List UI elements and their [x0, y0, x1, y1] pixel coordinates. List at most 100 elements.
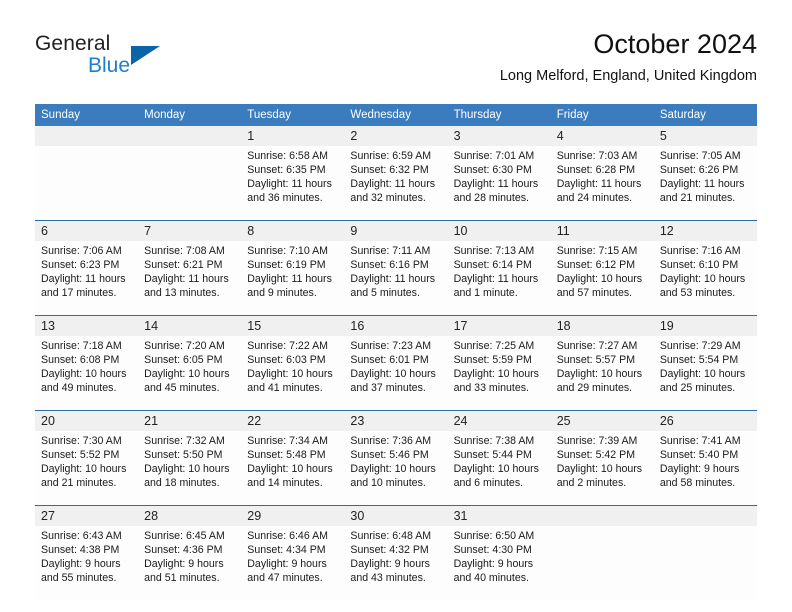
day-number[interactable]: 8	[241, 220, 345, 241]
day-number-empty	[550, 505, 654, 526]
day-cell[interactable]: Sunrise: 7:03 AM Sunset: 6:28 PM Daylight:…	[550, 146, 654, 221]
day-number[interactable]: 15	[241, 315, 345, 336]
day-number[interactable]: 27	[35, 505, 139, 526]
day-info-line: Sunrise: 7:30 AM	[41, 435, 122, 447]
day-info-line: Sunset: 6:08 PM	[41, 354, 120, 367]
day-number[interactable]: 6	[35, 220, 139, 241]
day-cell[interactable]: Sunrise: 7:27 AM Sunset: 5:57 PM Daylight:…	[550, 336, 654, 411]
day-number[interactable]: 24	[447, 410, 551, 431]
day-cell[interactable]: Sunrise: 7:01 AM Sunset: 6:30 PM Daylight:…	[447, 146, 551, 221]
day-number[interactable]: 29	[241, 505, 345, 526]
day-cell[interactable]: Sunrise: 7:29 AM Sunset: 5:54 PM Daylight:…	[653, 336, 757, 411]
day-cell[interactable]: Sunrise: 7:25 AM Sunset: 5:59 PM Daylight:…	[447, 336, 551, 411]
day-number[interactable]: 20	[35, 410, 139, 431]
day-cell[interactable]: Sunrise: 7:05 AM Sunset: 6:26 PM Daylight:…	[653, 146, 757, 221]
day-number[interactable]: 19	[653, 315, 757, 336]
day-info-line: Sunset: 6:19 PM	[247, 259, 326, 272]
day-number[interactable]: 9	[344, 220, 448, 241]
day-info-line: Sunrise: 7:01 AM	[453, 150, 535, 162]
day-cell[interactable]: Sunrise: 7:06 AM Sunset: 6:23 PM Daylight:…	[35, 241, 139, 316]
day-number[interactable]: 30	[344, 505, 448, 526]
day-number[interactable]: 13	[35, 315, 139, 336]
day-cell[interactable]: Sunrise: 6:43 AM Sunset: 4:38 PM Daylight:…	[35, 526, 139, 600]
day-cell[interactable]: Sunrise: 7:08 AM Sunset: 6:21 PM Daylight:…	[138, 241, 242, 316]
day-cell[interactable]: Sunrise: 6:45 AM Sunset: 4:36 PM Daylight:…	[138, 526, 242, 600]
day-info-line: Sunset: 5:42 PM	[556, 449, 636, 462]
day-number[interactable]: 7	[138, 220, 242, 241]
day-cell[interactable]: Sunrise: 7:34 AM Sunset: 5:48 PM Daylight:…	[241, 431, 345, 506]
day-number[interactable]: 5	[653, 126, 757, 146]
week-daynumber-row: 13 14 15 16 17 18 19	[35, 315, 757, 336]
day-number[interactable]: 26	[653, 410, 757, 431]
day-cell[interactable]: Sunrise: 7:13 AM Sunset: 6:14 PM Daylight:…	[447, 241, 551, 316]
day-cell[interactable]: Sunrise: 7:41 AM Sunset: 5:40 PM Daylight:…	[653, 431, 757, 506]
day-info-line: and 9 minutes.	[247, 287, 317, 300]
day-info-line: Sunrise: 7:08 AM	[144, 245, 225, 257]
day-info-line: Daylight: 10 hours	[350, 368, 436, 381]
day-info-line: Daylight: 9 hours	[144, 558, 224, 571]
day-info-line: Daylight: 10 hours	[247, 368, 333, 381]
day-cell[interactable]: Sunrise: 7:20 AM Sunset: 6:05 PM Daylight:…	[138, 336, 242, 411]
day-info-line: Sunset: 6:10 PM	[659, 259, 739, 272]
day-info-line: and 13 minutes.	[144, 287, 220, 300]
day-number[interactable]: 22	[241, 410, 345, 431]
day-number[interactable]: 16	[344, 315, 448, 336]
day-number[interactable]: 17	[447, 315, 551, 336]
day-info-line: Sunrise: 7:03 AM	[556, 150, 638, 162]
day-number[interactable]: 14	[138, 315, 242, 336]
day-cell[interactable]: Sunrise: 7:39 AM Sunset: 5:42 PM Daylight:…	[550, 431, 654, 506]
day-number[interactable]: 2	[344, 126, 448, 146]
day-cell[interactable]: Sunrise: 7:38 AM Sunset: 5:44 PM Daylight:…	[447, 431, 551, 506]
day-info-line: Sunset: 5:57 PM	[556, 354, 636, 367]
day-cell[interactable]: Sunrise: 7:22 AM Sunset: 6:03 PM Daylight:…	[241, 336, 345, 411]
day-info-line: Sunset: 6:23 PM	[41, 259, 120, 272]
day-info-line: and 21 minutes.	[41, 477, 117, 490]
day-number[interactable]: 31	[447, 505, 551, 526]
day-number-empty	[35, 126, 139, 146]
day-cell[interactable]: Sunrise: 7:15 AM Sunset: 6:12 PM Daylight:…	[550, 241, 654, 316]
day-cell[interactable]: Sunrise: 6:59 AM Sunset: 6:32 PM Daylight:…	[344, 146, 448, 221]
day-number[interactable]: 25	[550, 410, 654, 431]
day-info-line: Sunrise: 7:22 AM	[247, 340, 328, 352]
week-detail-row: Sunrise: 7:30 AM Sunset: 5:52 PM Daylight:…	[35, 431, 757, 506]
day-cell[interactable]: Sunrise: 7:11 AM Sunset: 6:16 PM Daylight:…	[344, 241, 448, 316]
day-cell[interactable]: Sunrise: 7:32 AM Sunset: 5:50 PM Daylight:…	[138, 431, 242, 506]
day-cell[interactable]: Sunrise: 6:46 AM Sunset: 4:34 PM Daylight:…	[241, 526, 345, 600]
day-info-line: Sunrise: 7:18 AM	[41, 340, 122, 352]
weekday-header-tuesday: Tuesday	[241, 104, 345, 126]
day-info-line: Sunrise: 7:23 AM	[350, 340, 432, 352]
day-cell[interactable]: Sunrise: 7:23 AM Sunset: 6:01 PM Daylight:…	[344, 336, 448, 411]
day-number[interactable]: 3	[447, 126, 551, 146]
day-number[interactable]: 23	[344, 410, 448, 431]
day-info-line: Sunset: 6:12 PM	[556, 259, 636, 272]
day-cell[interactable]: Sunrise: 7:18 AM Sunset: 6:08 PM Daylight:…	[35, 336, 139, 411]
day-cell[interactable]: Sunrise: 7:10 AM Sunset: 6:19 PM Daylight:…	[241, 241, 345, 316]
day-cell[interactable]: Sunrise: 6:50 AM Sunset: 4:30 PM Daylight:…	[447, 526, 551, 600]
day-info-line: and 25 minutes.	[659, 382, 736, 395]
weekday-header-row: Sunday Monday Tuesday Wednesday Thursday Frid…	[35, 104, 757, 126]
day-number[interactable]: 28	[138, 505, 242, 526]
day-info-line: Daylight: 10 hours	[556, 273, 643, 286]
day-cell[interactable]: Sunrise: 7:16 AM Sunset: 6:10 PM Daylight:…	[653, 241, 757, 316]
week-detail-row: Sunrise: 7:18 AM Sunset: 6:08 PM Daylight:…	[35, 336, 757, 411]
day-info-line: and 43 minutes.	[350, 572, 426, 585]
calendar-body: 1 2 3 4 5 Sunrise: 6:58 AM Sunset: 6:35 PM Dayl…	[35, 126, 757, 600]
day-cell[interactable]: Sunrise: 6:58 AM Sunset: 6:35 PM Daylight:…	[241, 146, 345, 221]
day-number[interactable]: 10	[447, 220, 551, 241]
day-number[interactable]: 21	[138, 410, 242, 431]
day-info-line: Sunrise: 6:58 AM	[247, 150, 328, 162]
day-info-line: Daylight: 9 hours	[350, 558, 430, 571]
day-info-line: Sunrise: 7:38 AM	[453, 435, 535, 447]
day-cell[interactable]: Sunrise: 6:48 AM Sunset: 4:32 PM Daylight:…	[344, 526, 448, 600]
day-info-line: and 5 minutes.	[350, 287, 420, 300]
day-number[interactable]: 1	[241, 126, 345, 146]
day-number[interactable]: 18	[550, 315, 654, 336]
day-info-line: Sunset: 6:14 PM	[453, 259, 532, 272]
day-info-line: Daylight: 11 hours	[41, 273, 126, 286]
day-cell[interactable]: Sunrise: 7:36 AM Sunset: 5:46 PM Daylight:…	[344, 431, 448, 506]
day-number[interactable]: 12	[653, 220, 757, 241]
day-cell[interactable]: Sunrise: 7:30 AM Sunset: 5:52 PM Daylight:…	[35, 431, 139, 506]
day-number[interactable]: 4	[550, 126, 654, 146]
day-info-line: Sunset: 6:16 PM	[350, 259, 429, 272]
day-number[interactable]: 11	[550, 220, 654, 241]
